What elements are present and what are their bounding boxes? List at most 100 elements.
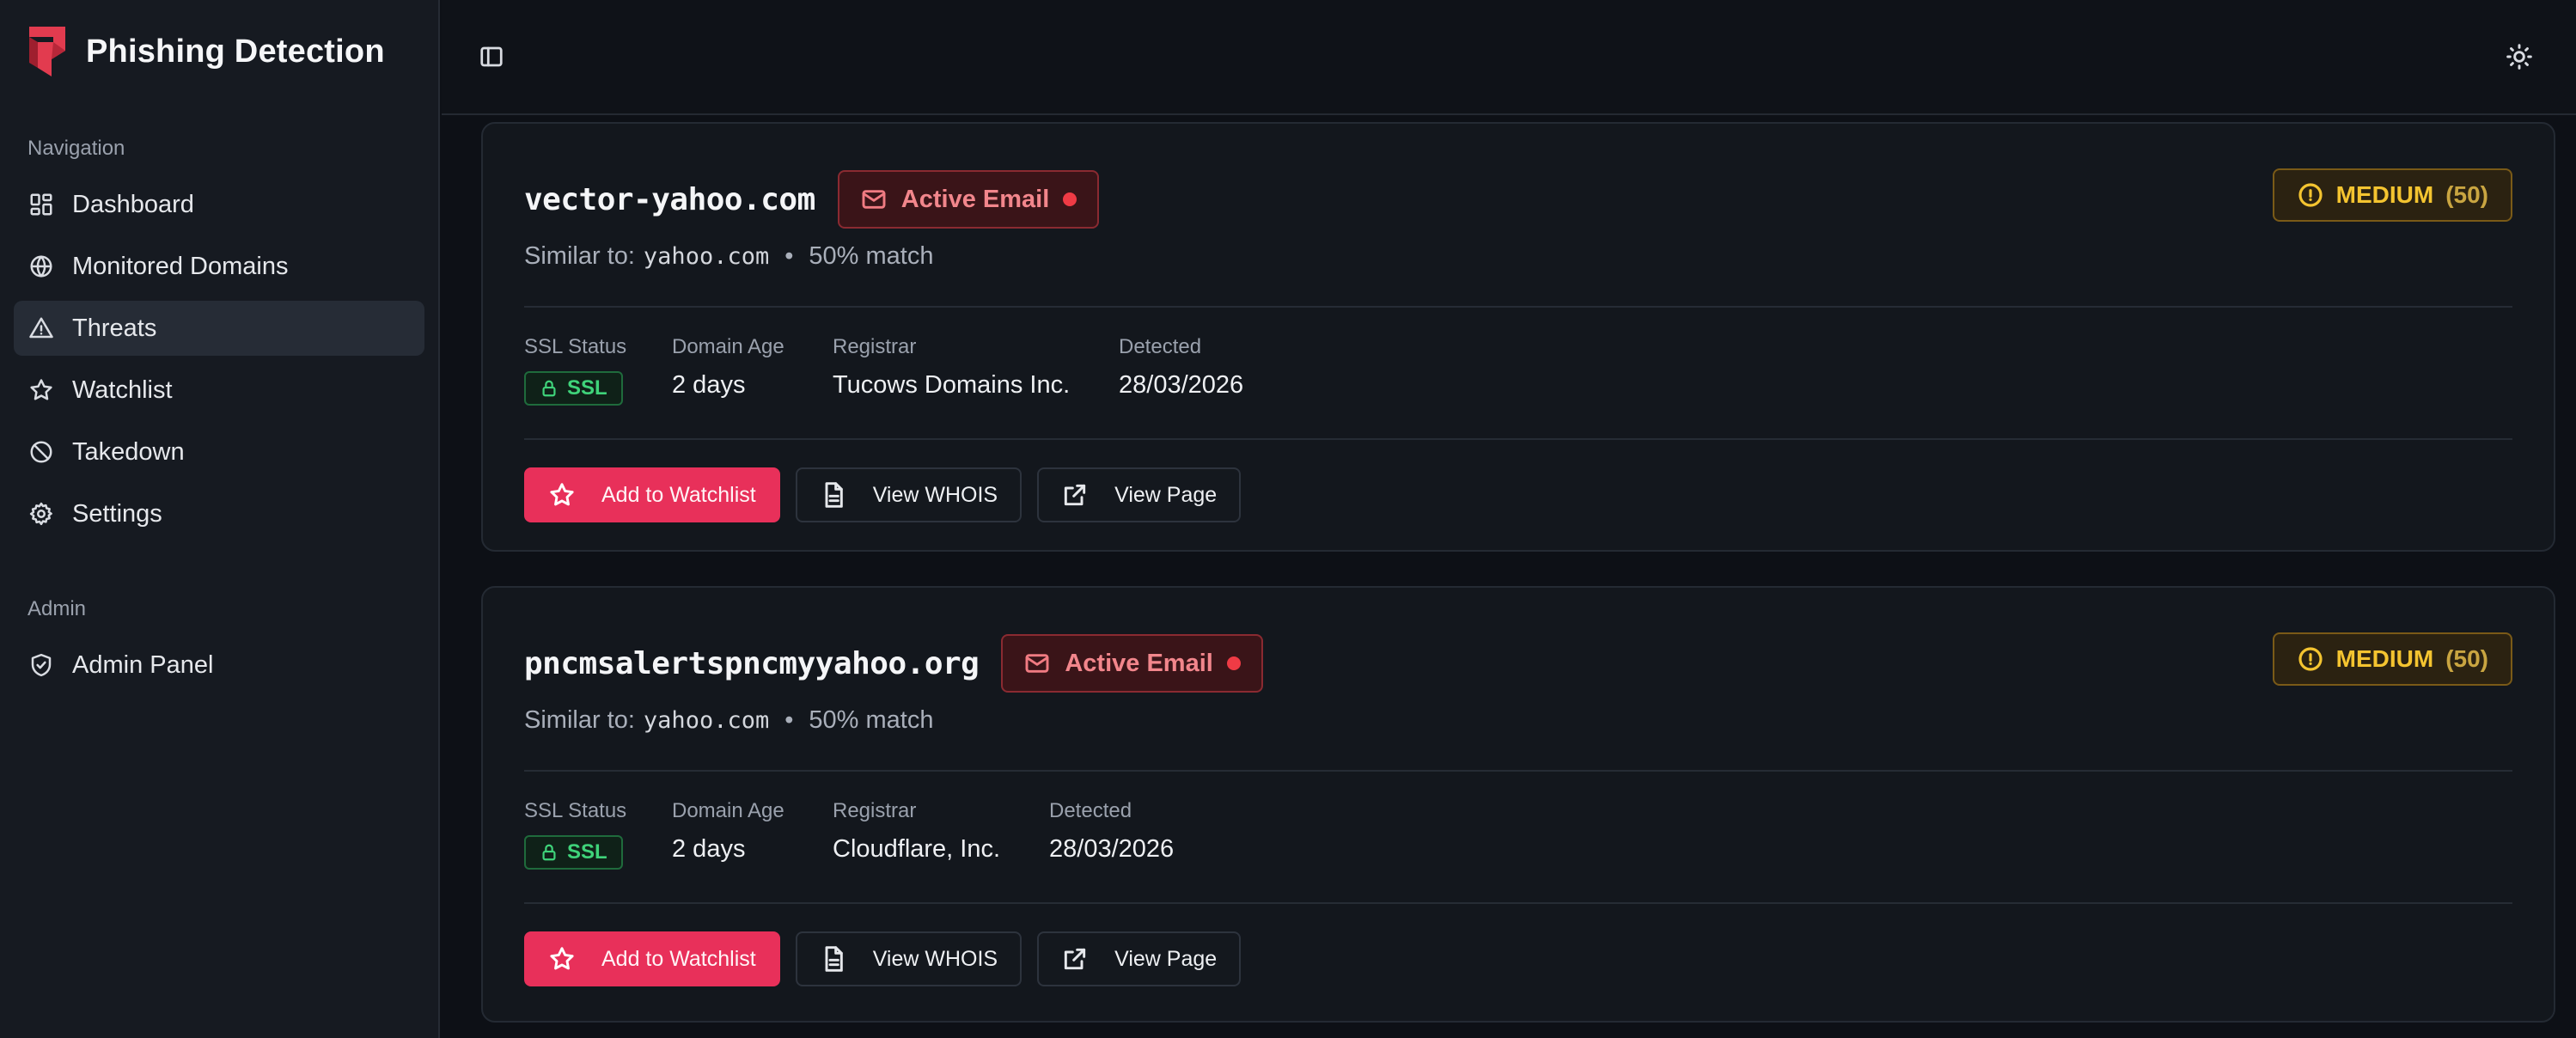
card-actions: Add to Watchlist View WHOIS View Page [524,467,1242,522]
detected-label: Detected [1049,799,1132,822]
detected-label: Detected [1119,335,1202,358]
detected-value: 28/03/2026 [1049,835,1175,863]
sidebar-item-label: Threats [72,314,157,342]
sidebar-item-admin-panel[interactable]: Admin Panel [14,638,424,693]
status-dot [1063,192,1077,206]
severity-score: (50) [2445,645,2488,672]
threat-card: pncmsalertspncmyyahoo.org Active Email M… [481,586,2555,1023]
nav-section-label: Navigation [27,137,125,160]
view-page-button[interactable]: View Page [1037,931,1242,986]
severity-badge: MEDIUM (50) [2272,168,2512,222]
detected-value: 28/03/2026 [1119,371,1244,399]
ssl-badge: SSL [524,371,623,406]
threat-meta: SSL Status SSL Domain Age 2 days Registr… [524,799,1174,870]
sidebar-item-monitored-domains[interactable]: Monitored Domains [14,239,424,294]
status-dot [1226,656,1241,670]
detected: Detected 28/03/2026 [1049,799,1174,870]
view-whois-button[interactable]: View WHOIS [795,931,1022,986]
similar-prefix: Similar to: [524,242,635,270]
document-icon [825,946,843,972]
sidebar-item-dashboard[interactable]: Dashboard [14,177,424,232]
button-label: View WHOIS [872,482,998,507]
card-actions: Add to Watchlist View WHOIS View Page [524,931,1242,986]
similar-domain: yahoo.com [643,707,770,734]
domain-row: pncmsalertspncmyyahoo.org Active Email [524,634,1263,693]
star-icon [550,947,574,970]
sidebar-item-label: Monitored Domains [72,252,289,280]
sidebar-item-label: Takedown [72,437,185,466]
match-percent: 50% match [809,706,934,734]
divider [524,306,2512,308]
registrar-label: Registrar [833,335,917,358]
registrar-value: Cloudflare, Inc. [833,835,1001,863]
external-link-icon [1064,948,1086,970]
button-label: View Page [1114,482,1218,507]
registrar: Registrar Tucows Domains Inc. [833,335,1119,406]
severity-score: (50) [2445,181,2488,208]
external-link-icon [1064,484,1086,506]
active-email-badge: Active Email [1001,634,1263,693]
alert-circle-icon [2298,183,2323,207]
view-page-button[interactable]: View Page [1037,467,1242,522]
sidebar-item-label: Dashboard [72,190,194,218]
admin-section-label: Admin [27,597,87,620]
theme-toggle-button[interactable] [2504,41,2535,72]
star-icon [550,483,574,506]
domain-age-value: 2 days [672,371,746,399]
domain-age: Domain Age 2 days [672,799,833,870]
threat-meta: SSL Status SSL Domain Age 2 days Registr… [524,335,1243,406]
alert-circle-icon [2298,647,2323,671]
divider [524,902,2512,904]
ssl-status-label: SSL Status [524,335,627,358]
detected: Detected 28/03/2026 [1119,335,1243,406]
mail-icon [1025,654,1049,673]
lock-icon [542,380,556,397]
sidebar-item-threats[interactable]: Threats [14,301,424,356]
domain-age-label: Domain Age [672,799,784,822]
ssl-status-label: SSL Status [524,799,627,822]
divider [524,438,2512,440]
registrar: Registrar Cloudflare, Inc. [833,799,1049,870]
ssl-badge-label: SSL [567,840,607,864]
sidebar-item-takedown[interactable]: Takedown [14,424,424,479]
button-label: View Page [1114,946,1218,971]
similar-line: Similar to: yahoo.com • 50% match [524,242,933,271]
severity-label: MEDIUM [2335,181,2434,208]
sidebar-toggle-icon [480,46,503,67]
sidebar-item-watchlist[interactable]: Watchlist [14,363,424,418]
view-whois-button[interactable]: View WHOIS [795,467,1022,522]
match-percent: 50% match [809,242,934,270]
divider [524,770,2512,772]
sidebar-item-settings[interactable]: Settings [14,486,424,541]
domain-row: vector-yahoo.com Active Email [524,170,1100,229]
ssl-status: SSL Status SSL [524,799,672,870]
star-icon [27,376,55,404]
ban-icon [27,438,55,466]
dashboard-icon [27,191,55,218]
ssl-badge: SSL [524,835,623,870]
separator-dot: • [784,706,794,734]
email-badge-label: Active Email [900,185,1050,213]
ssl-badge-label: SSL [567,376,607,400]
ssl-status: SSL Status SSL [524,335,672,406]
add-to-watchlist-button[interactable]: Add to Watchlist [524,931,780,986]
globe-icon [27,253,55,280]
sidebar-toggle-button[interactable] [476,41,507,72]
lock-icon [542,844,556,861]
severity-badge: MEDIUM (50) [2272,632,2512,686]
sidebar-item-label: Watchlist [72,376,173,404]
registrar-value: Tucows Domains Inc. [833,371,1071,399]
domain-age-value: 2 days [672,835,746,863]
similar-line: Similar to: yahoo.com • 50% match [524,706,933,735]
severity-label: MEDIUM [2335,645,2434,672]
domain-name: vector-yahoo.com [524,181,815,217]
sun-icon [2506,44,2532,70]
logo-icon [29,27,65,76]
brand[interactable]: Phishing Detection [27,24,385,79]
separator-dot: • [784,242,794,270]
sidebar: Phishing Detection Navigation Dashboard … [0,0,440,1038]
add-to-watchlist-button[interactable]: Add to Watchlist [524,467,780,522]
email-badge-label: Active Email [1065,649,1213,677]
registrar-label: Registrar [833,799,917,822]
top-header [442,0,2576,115]
